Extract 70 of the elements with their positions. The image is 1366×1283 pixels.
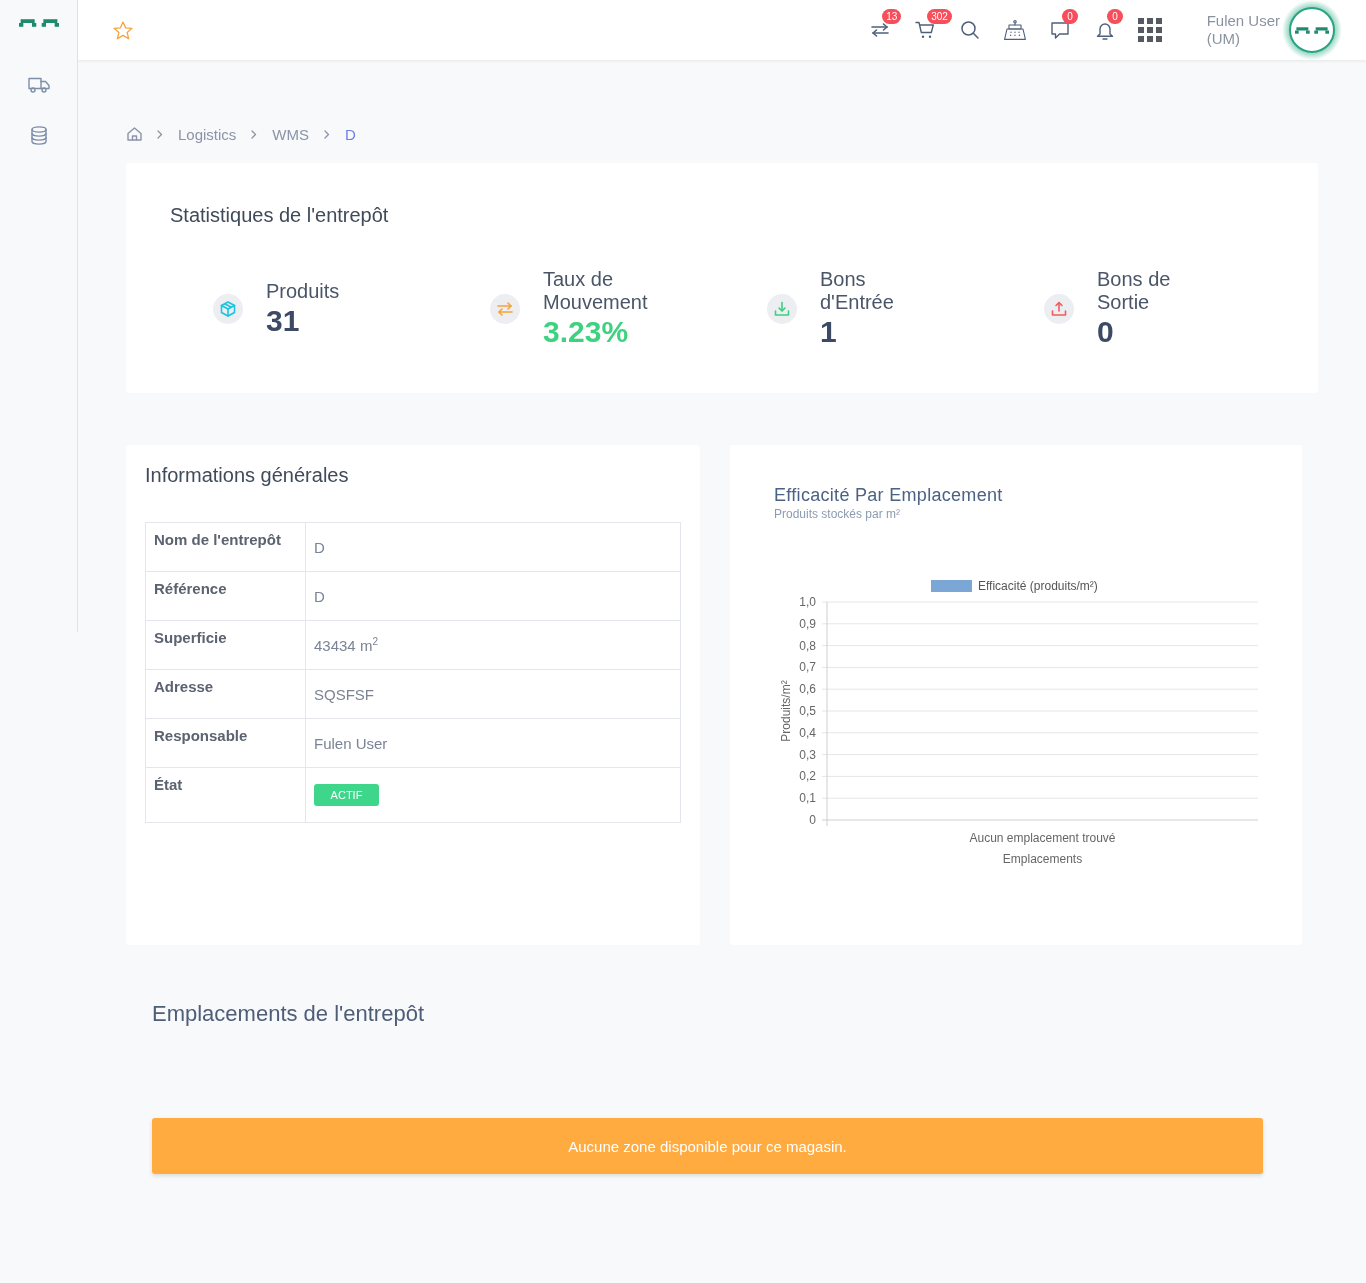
cube-icon xyxy=(213,294,243,324)
empty-state-alert: Aucune zone disponible pour ce magasin. xyxy=(152,1118,1263,1174)
axis-tick-label: 0,3 xyxy=(799,747,816,762)
axis-tick-label: 0,4 xyxy=(799,725,816,740)
breadcrumb-current: D xyxy=(345,125,356,143)
stat-value: 0 xyxy=(1097,314,1115,350)
logo-icon[interactable] xyxy=(18,19,59,27)
grid-icon[interactable] xyxy=(1138,18,1163,42)
axis-tick-label: 1,0 xyxy=(799,595,816,609)
chevron-icon xyxy=(157,129,163,139)
search-icon[interactable] xyxy=(961,21,980,39)
section-title: Emplacements de l'entrepôt xyxy=(152,1001,425,1027)
breadcrumb-link[interactable]: Logistics xyxy=(178,125,237,143)
card-title: Statistiques de l'entrepôt xyxy=(170,203,390,227)
axis-tick-label: 0,9 xyxy=(799,616,816,631)
card-title: Informations générales xyxy=(145,463,350,487)
axis-tick-label: 0,2 xyxy=(799,769,816,784)
cart-icon[interactable] xyxy=(915,21,936,39)
table-header-cell: Responsable xyxy=(145,718,306,768)
table-header-cell: Superficie xyxy=(145,620,306,670)
legend-label: Efficacité (produits/m²) xyxy=(978,579,1098,593)
stat-label: Produits xyxy=(266,279,341,303)
chat-bubble-icon[interactable] xyxy=(1051,21,1070,39)
user-role: (UM) xyxy=(1206,30,1241,48)
axis-tick-label: 0 xyxy=(809,813,816,827)
table-header-cell: État xyxy=(145,767,306,823)
truck-icon[interactable] xyxy=(27,77,50,93)
table-header-cell: Nom de l'entrepôt xyxy=(145,522,306,572)
download-icon xyxy=(767,294,797,324)
chevron-icon xyxy=(251,129,258,139)
stat-value: 3.23% xyxy=(543,314,630,350)
breadcrumb-link[interactable]: WMS xyxy=(272,125,310,143)
swap-arrows-icon xyxy=(490,294,520,324)
table-header-cell: Référence xyxy=(145,571,306,621)
category-label: Aucun emplacement trouvé xyxy=(969,831,1116,845)
home-icon[interactable] xyxy=(127,127,142,141)
table-cell: D xyxy=(305,522,681,572)
chevron-icon xyxy=(324,129,331,139)
axis-tick-label: 0,8 xyxy=(799,638,816,653)
table-cell: 43434 m$^{2}$ xyxy=(305,620,681,670)
status-badge: ACTIF xyxy=(314,784,379,806)
star-icon[interactable] xyxy=(113,20,133,40)
chart-title: Efficacité Par Emplacement xyxy=(774,484,1004,506)
count-badge: 13 xyxy=(882,9,902,24)
table-cell: D xyxy=(305,571,681,621)
table-cell: SQSFSF xyxy=(305,669,681,719)
database-icon[interactable] xyxy=(30,126,47,145)
stat-label: Taux de Mouvement xyxy=(543,268,649,314)
cash-register-icon[interactable] xyxy=(1004,20,1027,40)
stat-label: Bons de Sortie xyxy=(1097,268,1172,314)
bell-icon[interactable] xyxy=(1096,20,1115,40)
stat-value: 31 xyxy=(266,302,301,339)
swap-arrows-icon[interactable] xyxy=(871,23,890,37)
count-badge: 0 xyxy=(1107,9,1124,24)
count-badge: 302 xyxy=(927,9,952,24)
axis-tick-label: 0,5 xyxy=(799,704,816,718)
table-cell: Fulen User xyxy=(305,718,681,768)
axis-title: Produits/m² xyxy=(779,680,793,742)
axis-tick-label: 0,7 xyxy=(799,660,816,675)
count-badge: 0 xyxy=(1062,9,1079,24)
upload-icon xyxy=(1044,294,1074,324)
stat-value: 1 xyxy=(820,314,838,350)
chart-subtitle: Produits stockés par m² xyxy=(774,506,902,522)
stat-label: Bons d'Entrée xyxy=(820,268,895,314)
axis-title: Emplacements xyxy=(1002,852,1083,866)
legend-swatch-icon xyxy=(931,580,972,592)
axis-tick-label: 0,6 xyxy=(799,682,816,697)
axis-tick-label: 0,1 xyxy=(799,791,816,806)
user-name[interactable]: Fulen User xyxy=(1206,12,1280,30)
table-header-cell: Adresse xyxy=(145,669,306,719)
